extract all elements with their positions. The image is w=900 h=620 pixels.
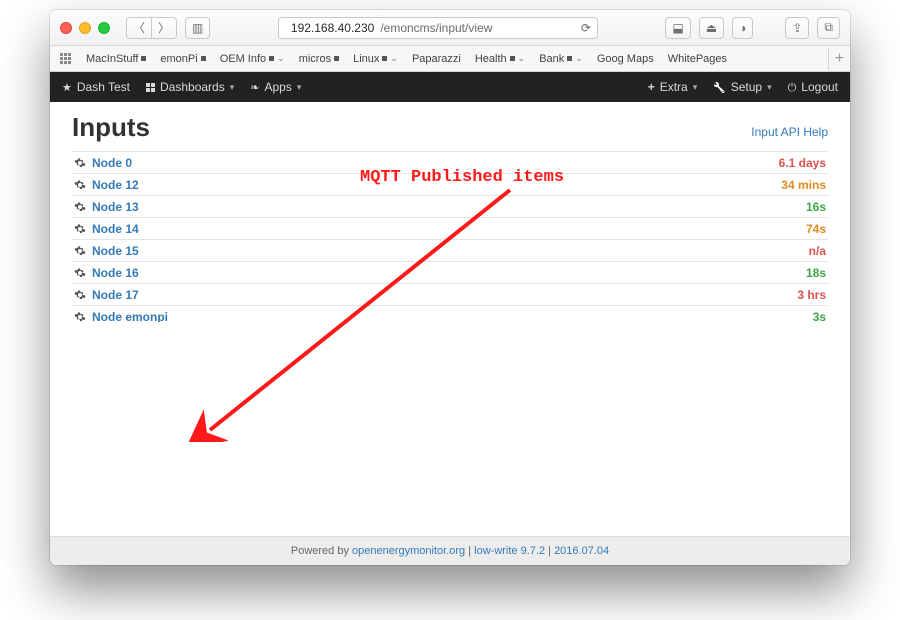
- eject-button[interactable]: ⏏: [699, 17, 724, 39]
- input-api-help-link[interactable]: Input API Help: [751, 125, 828, 139]
- bookmark-item[interactable]: Goog Maps: [597, 53, 654, 65]
- gear-icon: [74, 289, 86, 301]
- gear-icon: [74, 223, 86, 235]
- address-bar-container: 192.168.40.230/emoncms/input/view ⟳: [218, 17, 657, 39]
- zoom-window-button[interactable]: [98, 22, 110, 34]
- node-age: 3s: [813, 310, 826, 323]
- dashboards-icon: [146, 83, 155, 92]
- footer: Powered by openenergymonitor.org | low-w…: [50, 536, 850, 565]
- bookmark-item[interactable]: MacInStuff: [86, 53, 146, 65]
- node-link[interactable]: Node 12: [92, 178, 139, 192]
- node-row[interactable]: Node 17 3 hrs: [72, 284, 828, 306]
- node-row[interactable]: Node 0 6.1 days: [72, 152, 828, 174]
- nav-back-forward: 〈 〉: [126, 17, 177, 39]
- close-window-button[interactable]: [60, 22, 72, 34]
- address-bar[interactable]: 192.168.40.230/emoncms/input/view ⟳: [278, 17, 598, 39]
- bookmark-item[interactable]: Paparazzi: [412, 53, 461, 65]
- bookmark-item[interactable]: OEM Info ⌄: [220, 53, 285, 65]
- power-icon: [788, 80, 797, 95]
- extension-button[interactable]: ◑: [732, 17, 753, 39]
- node-link[interactable]: Node 17: [92, 288, 139, 302]
- node-row[interactable]: Node 14 74s: [72, 218, 828, 240]
- nav-dashboards[interactable]: Dashboards▾: [146, 80, 234, 94]
- node-row[interactable]: Node 12 34 mins: [72, 174, 828, 196]
- gear-icon: [74, 157, 86, 169]
- node-link[interactable]: Node 16: [92, 266, 139, 280]
- node-link[interactable]: Node 13: [92, 200, 139, 214]
- gear-icon: [74, 201, 86, 213]
- gear-icon: [74, 245, 86, 257]
- sidebar-toggle-button[interactable]: ▥: [185, 17, 210, 39]
- node-list: Node 06.1 daysNode 1234 minsNode 1316sNo…: [72, 151, 828, 322]
- bookmark-item[interactable]: WhitePages: [668, 53, 727, 65]
- page-content: Inputs Input API Help Node 06.1 daysNode…: [50, 102, 850, 322]
- page-title: Inputs: [72, 112, 150, 143]
- node-link[interactable]: Node 0: [92, 156, 132, 170]
- downloads-button[interactable]: ⬓: [665, 17, 690, 39]
- node-link[interactable]: Node 15: [92, 244, 139, 258]
- gear-icon: [74, 311, 86, 323]
- traffic-lights: [60, 22, 110, 34]
- minimize-window-button[interactable]: [79, 22, 91, 34]
- node-link[interactable]: Node 14: [92, 222, 139, 236]
- plus-icon: [648, 80, 655, 94]
- back-button[interactable]: 〈: [126, 17, 152, 39]
- show-all-bookmarks-icon[interactable]: [60, 53, 72, 65]
- toolbar-right: ⬓ ⏏ ◑ ⇪ ⧉: [665, 17, 840, 39]
- node-age: 16s: [806, 200, 826, 214]
- node-age: 6.1 days: [779, 156, 826, 170]
- node-row[interactable]: Node 15 n/a: [72, 240, 828, 262]
- node-row[interactable]: Node 13 16s: [72, 196, 828, 218]
- bookmark-item[interactable]: emonPi: [160, 53, 205, 65]
- footer-link-date[interactable]: 2016.07.04: [554, 545, 609, 557]
- star-icon: [62, 80, 72, 94]
- tabs-button[interactable]: ⧉: [817, 17, 840, 39]
- apps-icon: [250, 80, 259, 94]
- gear-icon: [74, 267, 86, 279]
- new-tab-button[interactable]: +: [828, 48, 850, 70]
- node-age: 18s: [806, 266, 826, 280]
- bookmark-item[interactable]: Linux ⌄: [353, 53, 398, 65]
- app-navbar: Dash Test Dashboards▾ Apps▾ Extra▾ Setup…: [50, 72, 850, 102]
- bookmark-item[interactable]: Bank ⌄: [539, 53, 583, 65]
- bookmark-item[interactable]: Health ⌄: [475, 53, 525, 65]
- nav-setup[interactable]: Setup▾: [713, 80, 771, 94]
- node-row[interactable]: Node 16 18s: [72, 262, 828, 284]
- bookmarks-bar: MacInStuff emonPi OEM Info ⌄ micros Linux…: [50, 46, 850, 72]
- nav-apps[interactable]: Apps▾: [250, 80, 301, 94]
- node-row[interactable]: Node emonpi 3s: [72, 306, 828, 322]
- titlebar: 〈 〉 ▥ 192.168.40.230/emoncms/input/view …: [50, 10, 850, 46]
- forward-button[interactable]: 〉: [152, 17, 177, 39]
- footer-link-oem[interactable]: openenergymonitor.org: [352, 545, 465, 557]
- nav-logout[interactable]: Logout: [788, 80, 838, 95]
- share-button[interactable]: ⇪: [785, 17, 809, 39]
- bookmark-item[interactable]: micros: [299, 53, 339, 65]
- node-age: 74s: [806, 222, 826, 236]
- url-domain: 192.168.40.230: [291, 21, 374, 35]
- gear-icon: [74, 179, 86, 191]
- nav-extra[interactable]: Extra▾: [648, 80, 698, 94]
- node-link[interactable]: Node emonpi: [92, 310, 168, 323]
- browser-window: 〈 〉 ▥ 192.168.40.230/emoncms/input/view …: [50, 10, 850, 565]
- url-path: /emoncms/input/view: [380, 21, 492, 35]
- wrench-icon: [713, 80, 725, 94]
- node-age: 34 mins: [781, 178, 826, 192]
- footer-link-version[interactable]: low-write 9.7.2: [474, 545, 545, 557]
- nav-dash-test[interactable]: Dash Test: [62, 80, 130, 94]
- reload-icon[interactable]: ⟳: [581, 21, 591, 35]
- node-age: n/a: [809, 244, 826, 258]
- node-age: 3 hrs: [797, 288, 826, 302]
